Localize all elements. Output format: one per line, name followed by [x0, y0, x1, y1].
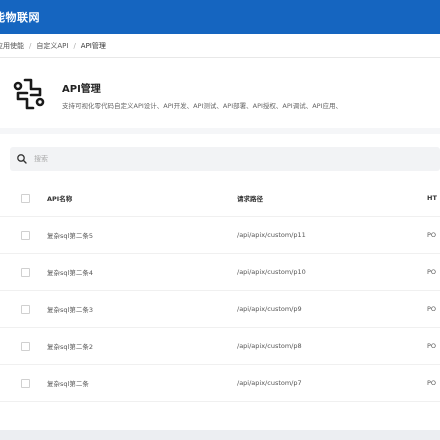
search-icon	[16, 153, 28, 165]
request-path-cell: /api/apix/custom/p8	[237, 327, 427, 365]
table-header-row: API名称 请求路径 HT	[0, 180, 440, 217]
row-checkbox[interactable]	[21, 267, 30, 277]
table-row[interactable]: 复杂sql第二条4 /api/apix/custom/p10 PO	[0, 253, 440, 291]
select-all-cell	[0, 180, 47, 217]
api-name-cell: 复杂sql第二条	[47, 364, 237, 402]
api-table: API名称 请求路径 HT 复杂sql第二条5 /api/apix/custom…	[0, 180, 440, 402]
row-select-cell	[0, 253, 47, 291]
request-path-cell: /api/apix/custom/p10	[237, 253, 427, 291]
table-row[interactable]: 复杂sql第二条2 /api/apix/custom/p8 PO	[0, 327, 440, 365]
footer-strip	[0, 430, 440, 440]
row-checkbox[interactable]	[21, 341, 30, 351]
breadcrumb-item-app-enable[interactable]: 应用使能	[0, 42, 24, 50]
breadcrumb-separator: /	[29, 41, 32, 50]
api-name-cell: 复杂sql第二条4	[47, 253, 237, 291]
search-bar[interactable]	[10, 147, 440, 171]
column-header-request-path: 请求路径	[237, 180, 427, 217]
method-cell: PO	[427, 364, 440, 402]
method-cell: PO	[427, 253, 440, 291]
row-select-cell	[0, 216, 47, 254]
column-header-method: HT	[427, 180, 440, 217]
row-select-cell	[0, 290, 47, 328]
method-cell: PO	[427, 216, 440, 254]
table-row[interactable]: 复杂sql第二条3 /api/apix/custom/p9 PO	[0, 290, 440, 328]
row-select-cell	[0, 364, 47, 402]
table-row[interactable]: 复杂sql第二条 /api/apix/custom/p7 PO	[0, 364, 440, 402]
select-all-checkbox[interactable]	[21, 193, 30, 203]
search-input[interactable]	[34, 155, 414, 163]
method-cell: PO	[427, 327, 440, 365]
breadcrumb-separator: /	[73, 41, 76, 50]
api-list-panel: API名称 请求路径 HT 复杂sql第二条5 /api/apix/custom…	[0, 134, 440, 440]
api-logo-icon	[13, 78, 45, 110]
column-header-api-name: API名称	[47, 180, 237, 217]
page-title: API管理	[62, 84, 101, 95]
row-select-cell	[0, 327, 47, 365]
method-cell: PO	[427, 290, 440, 328]
page-description: 支持可视化零代码自定义API设计、API开发、API测试、API部署、API授权…	[62, 102, 342, 110]
row-checkbox[interactable]	[21, 378, 30, 388]
api-name-cell: 复杂sql第二条5	[47, 216, 237, 254]
app-title: 能物联网	[0, 11, 40, 24]
request-path-cell: /api/apix/custom/p9	[237, 290, 427, 328]
breadcrumb-item-api-management: API管理	[80, 41, 106, 50]
breadcrumb-item-custom-api[interactable]: 自定义API	[36, 42, 68, 50]
api-name-cell: 复杂sql第二条3	[47, 290, 237, 328]
breadcrumb: 应用使能 / 自定义API / API管理	[0, 34, 440, 58]
row-checkbox[interactable]	[21, 230, 30, 240]
table-row[interactable]: 复杂sql第二条5 /api/apix/custom/p11 PO	[0, 216, 440, 254]
row-checkbox[interactable]	[21, 304, 30, 314]
request-path-cell: /api/apix/custom/p7	[237, 364, 427, 402]
request-path-cell: /api/apix/custom/p11	[237, 216, 427, 254]
page-header: API管理 支持可视化零代码自定义API设计、API开发、API测试、API部署…	[0, 58, 440, 128]
api-name-cell: 复杂sql第二条2	[47, 327, 237, 365]
top-navigation-bar: 能物联网	[0, 0, 440, 34]
